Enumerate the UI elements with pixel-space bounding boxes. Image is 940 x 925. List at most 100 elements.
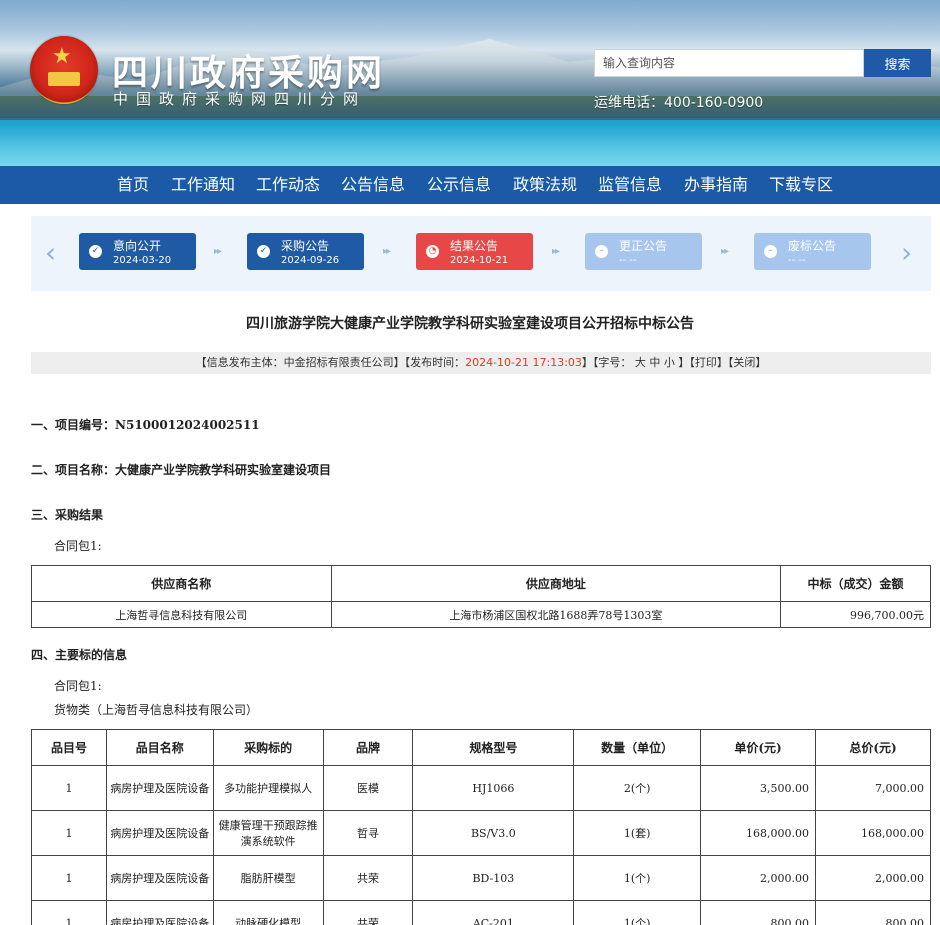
table-cell: 动脉硬化模型 bbox=[212, 900, 324, 925]
table-row: 1 病房护理及医院设备 多功能护理模拟人 医模 HJ1066 2(个) 3,50… bbox=[31, 765, 931, 811]
table-header: 中标（成交）金额 bbox=[780, 565, 931, 602]
nav-item-work-news[interactable]: 工作动态 bbox=[256, 166, 320, 204]
dots-icon: ▸▸ bbox=[383, 246, 391, 257]
header-banner: ★ 四川政府采购网 中国政府采购网四川分网 搜索 运维电话：400-160-09… bbox=[0, 0, 940, 166]
table-cell: 1 bbox=[31, 900, 107, 925]
step-label: 结果公告 bbox=[450, 239, 499, 253]
table-header: 品牌 bbox=[322, 729, 414, 766]
table-cell: 上海哲寻信息科技有限公司 bbox=[31, 601, 332, 628]
table-cell: 医模 bbox=[322, 765, 414, 811]
step-correction[interactable]: – 更正公告 -- -- bbox=[585, 233, 702, 270]
step-date: 2024-09-26 bbox=[281, 255, 340, 266]
table-cell: 健康管理干预跟踪推演系统软件 bbox=[212, 810, 324, 856]
search-button[interactable]: 搜索 bbox=[864, 49, 931, 77]
step-result[interactable]: ◔ 结果公告 2024-10-21 bbox=[416, 233, 533, 270]
table-cell: 共荣 bbox=[322, 900, 414, 925]
step-date: -- -- bbox=[788, 255, 806, 266]
meta-time: 2024-10-21 17:13:03 bbox=[465, 356, 582, 369]
table-cell: 1(套) bbox=[573, 810, 702, 856]
main-nav: 首页 工作通知 工作动态 公告信息 公示信息 政策法规 监管信息 办事指南 下载… bbox=[0, 166, 940, 204]
table-cell: 3,500.00 bbox=[700, 765, 817, 811]
national-emblem-icon: ★ bbox=[30, 36, 98, 104]
table-cell: 共荣 bbox=[322, 855, 414, 901]
section-procurement-result: 三、采购结果 bbox=[31, 508, 104, 522]
table-cell: 病房护理及医院设备 bbox=[105, 900, 214, 925]
nav-item-downloads[interactable]: 下载专区 bbox=[769, 166, 833, 204]
contract-package-label: 合同包1: bbox=[54, 539, 102, 553]
table-cell: 7,000.00 bbox=[815, 765, 931, 811]
table-cell: 2,000.00 bbox=[700, 855, 817, 901]
table-cell: 1 bbox=[31, 765, 107, 811]
meta-publisher: 【信息发布主体：中金招标有限责任公司】【发布时间： bbox=[195, 356, 466, 369]
step-cancel[interactable]: – 废标公告 -- -- bbox=[754, 233, 871, 270]
step-intent[interactable]: ✓ 意向公开 2024-03-20 bbox=[79, 233, 196, 270]
section-project-number: 一、项目编号：N5100012024002511 bbox=[31, 418, 260, 432]
table-cell: 1 bbox=[31, 855, 107, 901]
table-cell: 哲寻 bbox=[322, 810, 414, 856]
page-title: 四川旅游学院大健康产业学院教学科研实验室建设项目公开招标中标公告 bbox=[246, 316, 694, 332]
meta-actions[interactable]: 】【字号： 大 中 小 】【打印】【关闭】 bbox=[582, 356, 767, 369]
table-cell: 病房护理及医院设备 bbox=[105, 810, 214, 856]
nav-item-publicity[interactable]: 公示信息 bbox=[427, 166, 491, 204]
step-label: 废标公告 bbox=[788, 239, 837, 253]
table-cell: 2,000.00 bbox=[815, 855, 931, 901]
chevron-left-icon[interactable]: ‹ bbox=[45, 239, 56, 267]
hotline-text: 运维电话：400-160-0900 bbox=[594, 95, 764, 111]
table-cell: 800.00 bbox=[815, 900, 931, 925]
items-table: 品目号 品目名称 采购标的 品牌 规格型号 数量（单位） 单价(元) 总价(元)… bbox=[31, 729, 931, 925]
dots-icon: ▸▸ bbox=[214, 246, 222, 257]
nav-item-guide[interactable]: 办事指南 bbox=[684, 166, 748, 204]
step-date: 2024-10-21 bbox=[450, 255, 509, 266]
table-header: 供应商名称 bbox=[31, 565, 332, 602]
announcement-progress: ‹ ✓ 意向公开 2024-03-20 ▸▸ ✓ 采购公告 2024-09-26… bbox=[31, 216, 931, 291]
nav-item-home[interactable]: 首页 bbox=[117, 166, 149, 204]
check-icon: ✓ bbox=[257, 245, 270, 258]
table-cell: 多功能护理模拟人 bbox=[212, 765, 324, 811]
table-cell: 996,700.00元 bbox=[780, 601, 931, 628]
table-cell: 168,000.00 bbox=[700, 810, 817, 856]
table-header: 数量（单位） bbox=[573, 729, 702, 766]
table-header: 品目号 bbox=[31, 729, 107, 766]
table-cell: HJ1066 bbox=[412, 765, 575, 811]
search-input[interactable] bbox=[594, 49, 864, 77]
nav-item-supervision[interactable]: 监管信息 bbox=[598, 166, 662, 204]
nav-item-announcements[interactable]: 公告信息 bbox=[341, 166, 405, 204]
table-cell: 1(个) bbox=[573, 900, 702, 925]
table-cell: BS/V3.0 bbox=[412, 810, 575, 856]
step-procurement[interactable]: ✓ 采购公告 2024-09-26 bbox=[247, 233, 364, 270]
clock-icon: ◔ bbox=[426, 245, 439, 258]
nav-item-policy[interactable]: 政策法规 bbox=[513, 166, 577, 204]
step-label: 意向公开 bbox=[113, 239, 162, 253]
minus-icon: – bbox=[764, 245, 777, 258]
step-date: -- -- bbox=[619, 255, 637, 266]
nav-item-work-notice[interactable]: 工作通知 bbox=[171, 166, 235, 204]
table-header-row: 供应商名称 供应商地址 中标（成交）金额 bbox=[31, 565, 931, 602]
minus-icon: – bbox=[595, 245, 608, 258]
dots-icon: ▸▸ bbox=[721, 246, 729, 257]
table-header: 规格型号 bbox=[412, 729, 575, 766]
site-subtitle: 中国政府采购网四川分网 bbox=[113, 90, 367, 108]
meta-bar: 【信息发布主体：中金招标有限责任公司】【发布时间：2024-10-21 17:1… bbox=[31, 352, 931, 374]
table-cell: 上海市杨浦区国权北路1688弄78号1303室 bbox=[330, 601, 782, 628]
table-header: 单价(元) bbox=[700, 729, 817, 766]
check-icon: ✓ bbox=[89, 245, 102, 258]
step-label: 采购公告 bbox=[281, 239, 330, 253]
table-row: 1 病房护理及医院设备 动脉硬化模型 共荣 AC-201 1(个) 800.00… bbox=[31, 900, 931, 925]
result-table: 供应商名称 供应商地址 中标（成交）金额 上海哲寻信息科技有限公司 上海市杨浦区… bbox=[31, 565, 931, 628]
goods-label: 货物类（上海哲寻信息科技有限公司） bbox=[54, 703, 259, 717]
dots-icon: ▸▸ bbox=[552, 246, 560, 257]
chevron-right-icon[interactable]: › bbox=[901, 239, 912, 267]
section-main-items: 四、主要标的信息 bbox=[31, 648, 128, 662]
table-cell: 病房护理及医院设备 bbox=[105, 765, 214, 811]
table-cell: BD-103 bbox=[412, 855, 575, 901]
table-header: 品目名称 bbox=[105, 729, 214, 766]
table-row: 上海哲寻信息科技有限公司 上海市杨浦区国权北路1688弄78号1303室 996… bbox=[31, 601, 931, 628]
table-cell: 2(个) bbox=[573, 765, 702, 811]
contract-package-label: 合同包1: bbox=[54, 679, 102, 693]
table-cell: 病房护理及医院设备 bbox=[105, 855, 214, 901]
step-label: 更正公告 bbox=[619, 239, 668, 253]
table-header: 总价(元) bbox=[815, 729, 931, 766]
table-cell: 168,000.00 bbox=[815, 810, 931, 856]
table-cell: 800.00 bbox=[700, 900, 817, 925]
table-cell: AC-201 bbox=[412, 900, 575, 925]
